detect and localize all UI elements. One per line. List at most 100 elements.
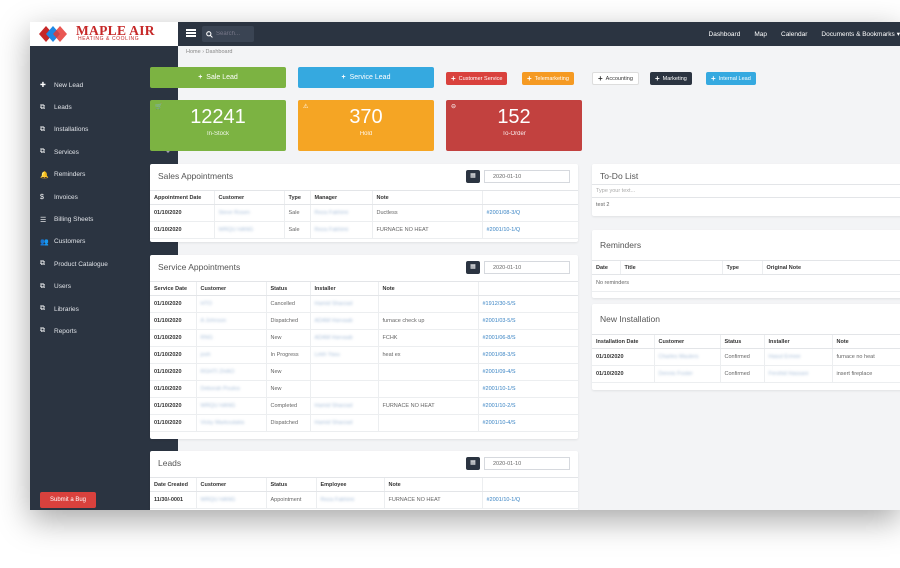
record-link[interactable]: #2001/10-1/S (477, 380, 578, 398)
record-link[interactable]: #2001/06-8/S (477, 329, 578, 347)
accounting-label: Accounting (605, 75, 633, 82)
table-row[interactable]: 01/10/2020 RGHTI ZHAO New #2001/09-4/S (150, 363, 578, 381)
sales-table: Appointment Date Customer Type Manager Note 0… (150, 190, 578, 239)
stat-label: To-Order (502, 131, 526, 137)
stat-in-stock[interactable]: 🛒 12241 In-Stock (150, 100, 286, 151)
topnav-calendar[interactable]: Calendar (781, 31, 807, 38)
sidebar-item-label: New Lead (54, 81, 84, 89)
sidebar-item-label: Installations (54, 126, 89, 134)
copy-icon: ⧉ (40, 260, 45, 268)
calendar-icon[interactable]: ▦ (466, 457, 480, 470)
table-cell: ADAM Harvaab (309, 329, 378, 347)
top-bar: Dashboard Map Calendar Documents & Bookm… (178, 22, 900, 46)
table-cell (377, 363, 478, 381)
record-link[interactable]: #2001/08-3/Q (481, 204, 578, 222)
stat-value: 152 (497, 106, 531, 128)
record-link[interactable]: #2001/10-1/Q (481, 221, 578, 239)
table-cell: 01/10/2020 (150, 221, 214, 239)
table-cell: Dispatched (265, 312, 310, 330)
todo-item[interactable]: test 2 (596, 202, 609, 208)
table-row[interactable]: 01/10/2020 RNG New ADAM Harvaab FCHK #2001/06… (150, 329, 578, 347)
column-header: Note (377, 281, 478, 296)
copy-icon: ⧉ (40, 125, 45, 133)
leads-card: Leads ▦ 2020-01-10 Date Created Customer S… (150, 451, 578, 510)
column-header (481, 477, 578, 492)
table-row[interactable]: 01/10/2020 Steve Rosen Sale Reza Fakhimi Duc… (150, 204, 578, 222)
plus-icon: + (655, 74, 660, 83)
sidebar-item-label: Services (54, 148, 79, 156)
search-input[interactable] (216, 31, 252, 37)
table-row[interactable]: 01/10/2020 josh In Progress Lekh Yasu heat e… (150, 346, 578, 364)
table-row[interactable]: 01/10/2020 Vicky Markoulakis Dispatched Ham… (150, 414, 578, 432)
service-lead-button[interactable]: + Service Lead (298, 67, 434, 88)
table-cell: heat ex (377, 346, 478, 364)
table-cell: Confirmed (719, 365, 764, 383)
table-cell: New (265, 329, 310, 347)
table-cell: furnace check up (377, 312, 478, 330)
column-header: Type (283, 190, 310, 205)
logo[interactable]: MAPLE AIR HEATING & COOLING (30, 22, 178, 46)
copy-icon: ⧉ (40, 282, 45, 290)
sale-lead-button[interactable]: + Sale Lead (150, 67, 286, 88)
table-cell: 11/30/-0001 (150, 491, 196, 509)
table-row[interactable]: 01/10/2020 Dennis Foster Confirmed Fershid … (592, 365, 900, 383)
stat-to-order[interactable]: ⊖ 152 To-Order (446, 100, 582, 151)
minus-circle-icon: ⊖ (451, 104, 457, 110)
table-cell: Dennis Foster (653, 365, 720, 383)
stat-hold[interactable]: ⚠ 370 Hold (298, 100, 434, 151)
record-link[interactable]: #2001/03-5/S (477, 312, 578, 330)
table-cell: 01/10/2020 (150, 414, 196, 432)
copy-icon: ⧉ (40, 103, 45, 111)
table-row[interactable]: 01/10/2020 WRQU HANG Completed Hamid Sharza… (150, 397, 578, 415)
stat-value: 12241 (190, 106, 246, 128)
record-link[interactable]: #2001/10-2/S (477, 397, 578, 415)
sidebar-item-label: Customers (54, 238, 86, 246)
record-link[interactable]: #2001/09-4/S (477, 363, 578, 381)
table-row[interactable]: 01/10/2020 A Johnson Dispatched ADAM Harvaa… (150, 312, 578, 330)
record-link[interactable]: #2001/08-3/S (477, 346, 578, 364)
marketing-button[interactable]: + Marketing (650, 72, 692, 85)
table-row[interactable]: 01/10/2020 WRQU HANG Sale Reza Fakhimi FURNA… (150, 221, 578, 239)
submit-bug-button[interactable]: Submit a Bug (40, 492, 96, 508)
card-title: Service Appointments (158, 262, 241, 272)
todo-input[interactable]: Type your text... (592, 184, 900, 198)
column-header: Customer (195, 281, 266, 296)
topnav-documents[interactable]: Documents & Bookmarks ▾ (821, 30, 900, 38)
reminders-table: Date Title Type Original Note No reminde… (592, 260, 900, 292)
table-row[interactable]: 11/30/-0001 WRQU HANG Appointment Reza Fakh… (150, 491, 578, 509)
sidebar-item-label: Invoices (54, 193, 78, 201)
service-date-picker[interactable]: ▦ 2020-01-10 (466, 261, 570, 274)
table-row[interactable]: 01/10/2020 Charles Maulers Confirmed Hasut … (592, 348, 900, 366)
calendar-icon[interactable]: ▦ (466, 170, 480, 183)
record-link[interactable]: #2001/10-1/Q (481, 491, 578, 509)
leads-date-picker[interactable]: ▦ 2020-01-10 (466, 457, 570, 470)
column-header: Type (721, 260, 762, 275)
table-cell: FCHK (377, 329, 478, 347)
sales-date-picker[interactable]: ▦ 2020-01-10 (466, 170, 570, 183)
customer-service-button[interactable]: + Customer Service (446, 72, 508, 85)
bell-icon: 🔔 (40, 171, 49, 179)
column-header: Note (831, 334, 900, 349)
plus-icon: + (451, 74, 456, 83)
table-row[interactable]: 01/10/2020 HTO Cancelled Hamid Sharzad #1912… (150, 295, 578, 313)
customer-service-label: Customer Service (458, 75, 503, 82)
record-link[interactable]: #1912/30-5/S (477, 295, 578, 313)
accounting-button[interactable]: + Accounting (592, 72, 639, 85)
table-cell: insert fireplace (831, 365, 900, 383)
table-cell: 01/10/2020 (150, 397, 196, 415)
record-link[interactable]: #2001/10-4/S (477, 414, 578, 432)
table-cell: RGHTI ZHAO (195, 363, 266, 381)
column-header: Status (265, 477, 316, 492)
telemarketing-button[interactable]: + Telemarketing (522, 72, 574, 85)
stat-value: 370 (349, 106, 383, 128)
column-header: Note (371, 190, 482, 205)
table-header-row: Appointment Date Customer Type Manager Note (150, 190, 578, 205)
topnav-dashboard[interactable]: Dashboard (709, 31, 741, 38)
table-cell: WRQU HANG (195, 491, 266, 509)
column-header: Installer (309, 281, 378, 296)
menu-toggle-icon[interactable] (186, 29, 196, 37)
internal-lead-button[interactable]: + Internal Lead (706, 72, 756, 85)
calendar-icon[interactable]: ▦ (466, 261, 480, 274)
table-row[interactable]: 01/10/2020 Deborah Poulos New #2001/10-1/S (150, 380, 578, 398)
topnav-map[interactable]: Map (754, 31, 767, 38)
